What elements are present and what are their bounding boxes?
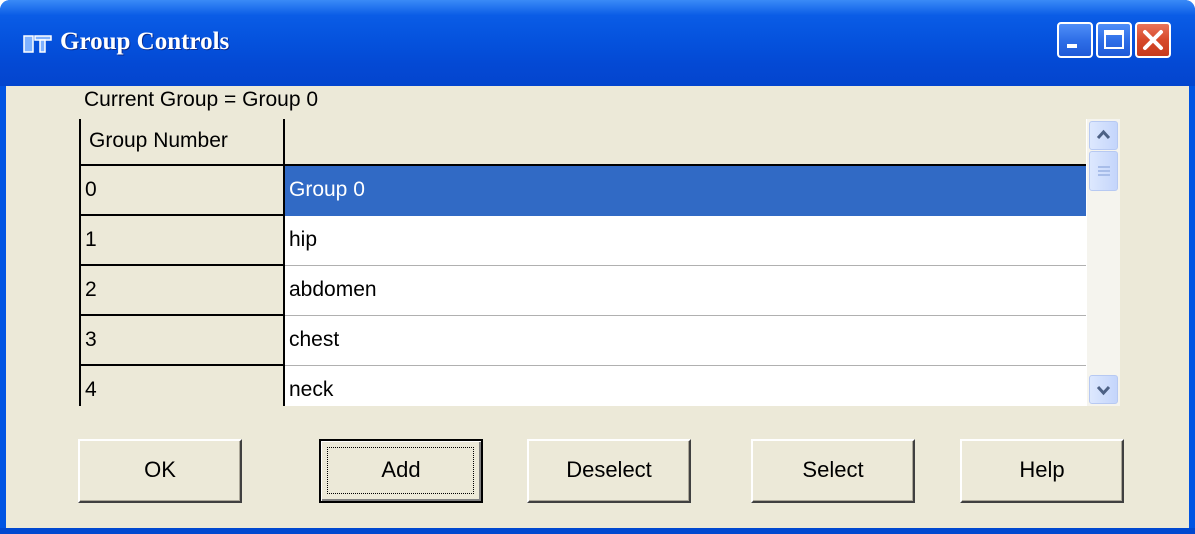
- current-group-label: Current Group = Group 0: [84, 88, 319, 111]
- row-number: 0: [85, 178, 97, 201]
- group-name-cell[interactable]: hip: [285, 216, 1086, 266]
- row-number-cell[interactable]: 2: [81, 266, 285, 316]
- group-name: abdomen: [289, 278, 377, 301]
- row-number-cell[interactable]: 3: [81, 316, 285, 366]
- group-name-cell[interactable]: chest: [285, 316, 1086, 366]
- group-controls-window: Group Controls Current Group = Group 0 G…: [0, 0, 1195, 534]
- row-number-cell[interactable]: 1: [81, 216, 285, 266]
- app-logo-icon: [23, 35, 52, 53]
- group-name-cell[interactable]: Group 0: [285, 166, 1086, 216]
- maximize-icon: [1104, 30, 1124, 49]
- chevron-up-icon: [1096, 129, 1111, 140]
- group-grid[interactable]: Group Number 0 Group 0 1 hip 2 abdomen 3…: [79, 119, 1120, 406]
- minimize-icon: [1067, 44, 1077, 48]
- group-name-cell[interactable]: neck: [285, 366, 1086, 406]
- scroll-thumb[interactable]: [1089, 151, 1118, 191]
- close-button[interactable]: [1135, 22, 1171, 58]
- vertical-scrollbar[interactable]: [1087, 119, 1120, 406]
- scroll-down-button[interactable]: [1089, 375, 1118, 404]
- ok-button[interactable]: OK: [78, 439, 242, 503]
- dialog-body: Current Group = Group 0 Group Number 0 G…: [6, 86, 1189, 528]
- window-title: Group Controls: [60, 28, 230, 55]
- maximize-button[interactable]: [1096, 22, 1132, 58]
- help-button[interactable]: Help: [960, 439, 1124, 503]
- chevron-down-icon: [1096, 385, 1111, 396]
- row-number: 3: [85, 328, 97, 351]
- row-number: 2: [85, 278, 97, 301]
- grip-line: [1098, 174, 1110, 176]
- scroll-up-button[interactable]: [1089, 121, 1118, 150]
- add-button[interactable]: Add: [319, 439, 483, 503]
- grip-line: [1098, 166, 1110, 168]
- column-header-group-name[interactable]: [285, 119, 1086, 166]
- group-name: Group 0: [289, 178, 365, 201]
- row-number: 1: [85, 228, 97, 251]
- row-number: 4: [85, 378, 97, 401]
- group-name: chest: [289, 328, 340, 351]
- focus-rectangle: [327, 447, 474, 494]
- minimize-button[interactable]: [1057, 22, 1093, 58]
- grip-line: [1098, 170, 1110, 172]
- column-header-label: Group Number: [89, 129, 228, 152]
- column-header-group-number[interactable]: Group Number: [81, 119, 285, 166]
- group-name-cell[interactable]: abdomen: [285, 266, 1086, 316]
- row-number-cell[interactable]: 0: [81, 166, 285, 216]
- close-icon: [1143, 30, 1163, 50]
- title-bar[interactable]: Group Controls: [0, 0, 1195, 86]
- group-name: hip: [289, 228, 318, 251]
- select-button[interactable]: Select: [751, 439, 915, 503]
- row-number-cell[interactable]: 4: [81, 366, 285, 406]
- group-name: neck: [289, 378, 334, 401]
- window-frame-bottom: [0, 528, 1195, 534]
- deselect-button[interactable]: Deselect: [527, 439, 691, 503]
